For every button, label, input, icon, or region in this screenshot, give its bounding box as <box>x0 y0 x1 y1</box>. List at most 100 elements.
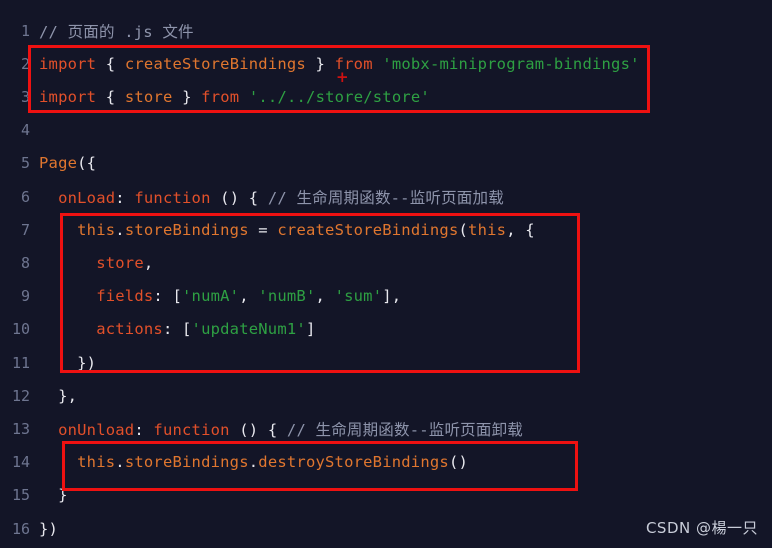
code-editor[interactable]: 1 // 页面的 .js 文件 2 import { createStoreBindi… <box>0 0 772 548</box>
code-token-keyword: from <box>201 87 240 106</box>
line-number: 8 <box>20 253 30 272</box>
code-text: actions: ['updateNum1'] <box>30 320 315 338</box>
code-token-punct: ({ <box>77 154 97 173</box>
csdn-watermark: CSDN @楊一只 <box>645 519 758 537</box>
code-text: Page({ <box>30 154 96 172</box>
code-text: }) <box>30 520 58 538</box>
code-token-punct: }, <box>58 386 78 405</box>
code-token-ident: destroyStoreBindings <box>258 453 449 472</box>
code-token-ident: storeBindings <box>124 220 249 239</box>
code-token-punct: }) <box>77 353 97 372</box>
code-token-this: this <box>77 220 116 239</box>
code-token-comment: // 生命周期函数--监听页面加载 <box>267 188 504 207</box>
code-token-string: 'updateNum1' <box>191 320 306 339</box>
code-token-punct: : <box>134 420 154 439</box>
code-token-keyword: function <box>134 188 211 207</box>
code-token-punct: ( <box>458 220 469 239</box>
code-token-punct: . <box>115 220 125 239</box>
code-token-keyword: import <box>39 87 97 106</box>
code-token-punct: ], <box>382 287 402 306</box>
code-token-punct: { <box>105 87 116 106</box>
code-token-prop: actions <box>96 320 163 339</box>
line-number: 5 <box>20 154 30 173</box>
code-token-punct: ] <box>305 320 316 339</box>
code-text: }, <box>30 387 77 405</box>
code-line[interactable]: 1 // 页面的 .js 文件 <box>0 14 772 47</box>
line-number: 4 <box>20 121 30 140</box>
line-number: 9 <box>20 287 30 306</box>
code-token-keyword: function <box>153 420 230 439</box>
code-line[interactable]: 15 } <box>0 479 772 512</box>
code-token-this: this <box>468 220 507 239</box>
code-line[interactable]: 7 this.storeBindings = createStoreBindin… <box>0 213 772 246</box>
code-line[interactable]: 4 <box>0 114 772 147</box>
code-text: } <box>30 486 68 504</box>
code-line[interactable]: 9 fields: ['numA', 'numB', 'sum'], <box>0 280 772 313</box>
line-number: 14 <box>11 453 30 472</box>
code-token-ident: createStoreBindings <box>124 54 306 73</box>
line-number: 3 <box>20 87 30 106</box>
code-line[interactable]: 5 Page({ <box>0 147 772 180</box>
line-number: 2 <box>20 54 30 73</box>
code-token-comment: // 页面的 .js 文件 <box>39 22 194 41</box>
line-number: 13 <box>11 419 30 438</box>
code-token-prop: onLoad <box>58 188 116 207</box>
code-token-punct: } <box>315 54 326 73</box>
code-token-comment: // 生命周期函数--监听页面卸载 <box>286 420 523 439</box>
code-line[interactable]: 13 onUnload: function () { // 生命周期函数--监听… <box>0 412 772 445</box>
code-token-punct: = <box>258 220 268 239</box>
code-line[interactable]: 6 onLoad: function () { // 生命周期函数--监听页面加… <box>0 180 772 213</box>
code-token-punct: : [ <box>153 287 183 306</box>
code-token-keyword: import <box>39 54 97 73</box>
code-token-ident: createStoreBindings <box>277 220 459 239</box>
code-line[interactable]: 11 }) <box>0 346 772 379</box>
code-token-punct: () { <box>220 188 268 207</box>
code-token-string: 'numB' <box>258 287 316 306</box>
code-line[interactable]: 3 import { store } from '../../store/stor… <box>0 80 772 113</box>
code-line[interactable]: 10 actions: ['updateNum1'] <box>0 313 772 346</box>
code-token-punct: . <box>115 453 125 472</box>
line-number: 15 <box>11 486 30 505</box>
code-token-punct: , <box>143 253 154 272</box>
code-line[interactable]: 2 import { createStoreBindings } from 'mo… <box>0 47 772 80</box>
line-number: 12 <box>11 386 30 405</box>
code-token-punct: . <box>248 453 259 472</box>
code-text: this.storeBindings = createStoreBindings… <box>30 221 535 239</box>
code-token-punct: , <box>315 287 335 306</box>
code-text: this.storeBindings.destroyStoreBindings(… <box>30 453 468 471</box>
code-line[interactable]: 14 this.storeBindings.destroyStoreBindin… <box>0 446 772 479</box>
code-token-ident: storeBindings <box>124 453 249 472</box>
code-text: fields: ['numA', 'numB', 'sum'], <box>30 287 401 305</box>
line-number: 16 <box>11 519 30 538</box>
code-token-string: 'sum' <box>334 287 383 306</box>
line-number: 11 <box>11 353 30 372</box>
code-token-punct: () <box>448 453 469 472</box>
code-token-punct: } <box>182 87 192 106</box>
code-line[interactable]: 8 store, <box>0 246 772 279</box>
line-number: 7 <box>20 220 30 239</box>
code-text: onUnload: function () { // 生命周期函数--监听页面卸… <box>30 418 523 440</box>
line-number: 10 <box>11 320 30 339</box>
code-token-punct: } <box>58 486 68 505</box>
code-token-punct: : [ <box>162 320 192 339</box>
code-line[interactable]: 12 }, <box>0 379 772 412</box>
code-token-prop: onUnload <box>58 420 135 439</box>
line-number: 1 <box>20 21 30 40</box>
